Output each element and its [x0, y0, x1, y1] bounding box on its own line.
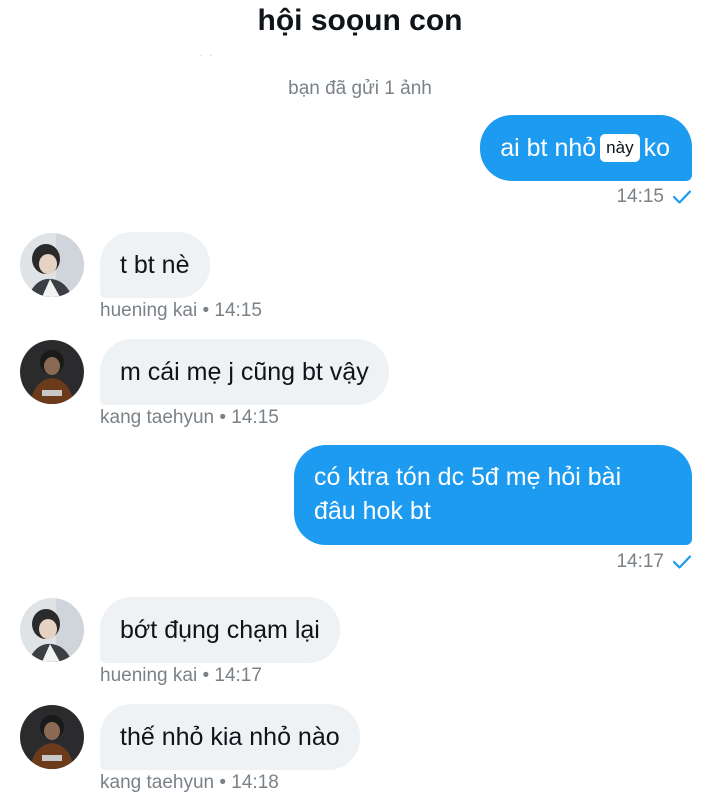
message-text-line: đâu hok bt	[314, 497, 431, 525]
incoming-message-bubble[interactable]: thế nhỏ kia nhỏ nào	[100, 704, 360, 770]
system-note: bạn đã gửi 1 ảnh	[288, 78, 432, 99]
avatar-kang-taehyun[interactable]	[20, 340, 84, 404]
chat-screen: hội soọun con ⸱ ⸱ bạn đã gửi 1 ảnh ai bt…	[0, 0, 720, 799]
incoming-message-bubble[interactable]: bớt đụng chạm lại	[100, 597, 340, 663]
message-meta: 14:15	[616, 186, 692, 208]
outgoing-message-bubble[interactable]: có ktra tón dc 5đ mẹ hỏi bài đâu hok bt	[294, 445, 692, 545]
outgoing-message-bubble[interactable]: ai bt nhỏ này ko	[480, 115, 692, 181]
message-text: ko	[643, 134, 670, 162]
message-text: thế nhỏ kia nhỏ nào	[120, 723, 340, 751]
message-text: t bt nè	[120, 251, 190, 279]
avatar-kang-taehyun[interactable]	[20, 705, 84, 769]
incoming-message-bubble[interactable]: m cái mẹ j cũng bt vậy	[100, 339, 389, 405]
message-meta: kang taehyun • 14:18	[100, 772, 279, 793]
message-meta: 14:17	[616, 551, 692, 573]
message-time: 14:17	[616, 551, 664, 572]
inline-sticker[interactable]: này	[600, 134, 640, 162]
message-meta: huening kai • 14:15	[100, 300, 262, 321]
incoming-message-bubble[interactable]: t bt nè	[100, 232, 210, 298]
message-meta: huening kai • 14:17	[100, 665, 262, 686]
header-divider-dots: ⸱ ⸱	[200, 51, 215, 62]
message-text: bớt đụng chạm lại	[120, 616, 320, 644]
message-text: ai bt nhỏ	[500, 134, 597, 162]
chat-title[interactable]: hội soọun con	[0, 4, 720, 38]
check-icon	[672, 189, 692, 205]
message-time: 14:15	[616, 186, 664, 207]
avatar-huening-kai[interactable]	[20, 598, 84, 662]
avatar-huening-kai[interactable]	[20, 233, 84, 297]
check-icon	[672, 554, 692, 570]
message-text: m cái mẹ j cũng bt vậy	[120, 358, 369, 386]
message-text-line: có ktra tón dc 5đ mẹ hỏi bài	[314, 463, 622, 491]
message-meta: kang taehyun • 14:15	[100, 407, 279, 428]
